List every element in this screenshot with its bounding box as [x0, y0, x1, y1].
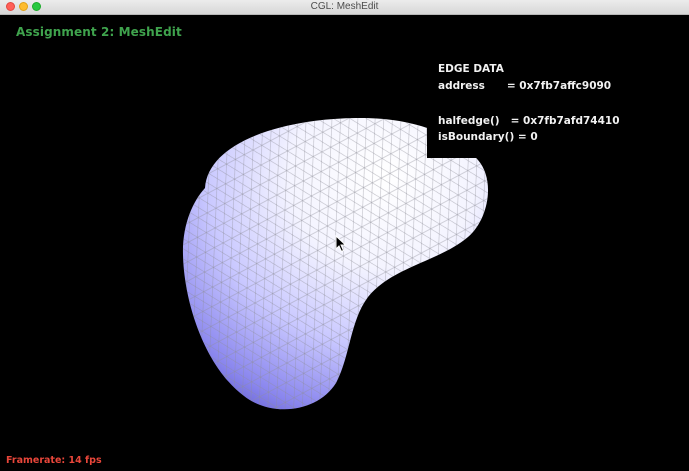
framerate-readout: Framerate: 14 fps: [6, 455, 102, 466]
edge-address-line: address = 0x7fb7affc9090: [438, 80, 612, 92]
edge-data-panel: EDGE DATA address = 0x7fb7affc9090 halfe…: [427, 63, 620, 158]
edge-data-panel-background: [427, 63, 587, 158]
render-viewport[interactable]: Assignment 2: MeshEdit EDGE DATA address…: [0, 15, 689, 471]
window-title: CGL: MeshEdit: [310, 1, 379, 12]
mouse-pointer-icon: [335, 235, 347, 253]
edge-isboundary-line: isBoundary() = 0: [438, 131, 538, 143]
edge-halfedge-line: halfedge() = 0x7fb7afd74410: [438, 115, 620, 127]
app-title: Assignment 2: MeshEdit: [16, 25, 182, 39]
edge-data-heading: EDGE DATA: [438, 63, 504, 75]
window-titlebar: CGL: MeshEdit: [0, 0, 689, 15]
